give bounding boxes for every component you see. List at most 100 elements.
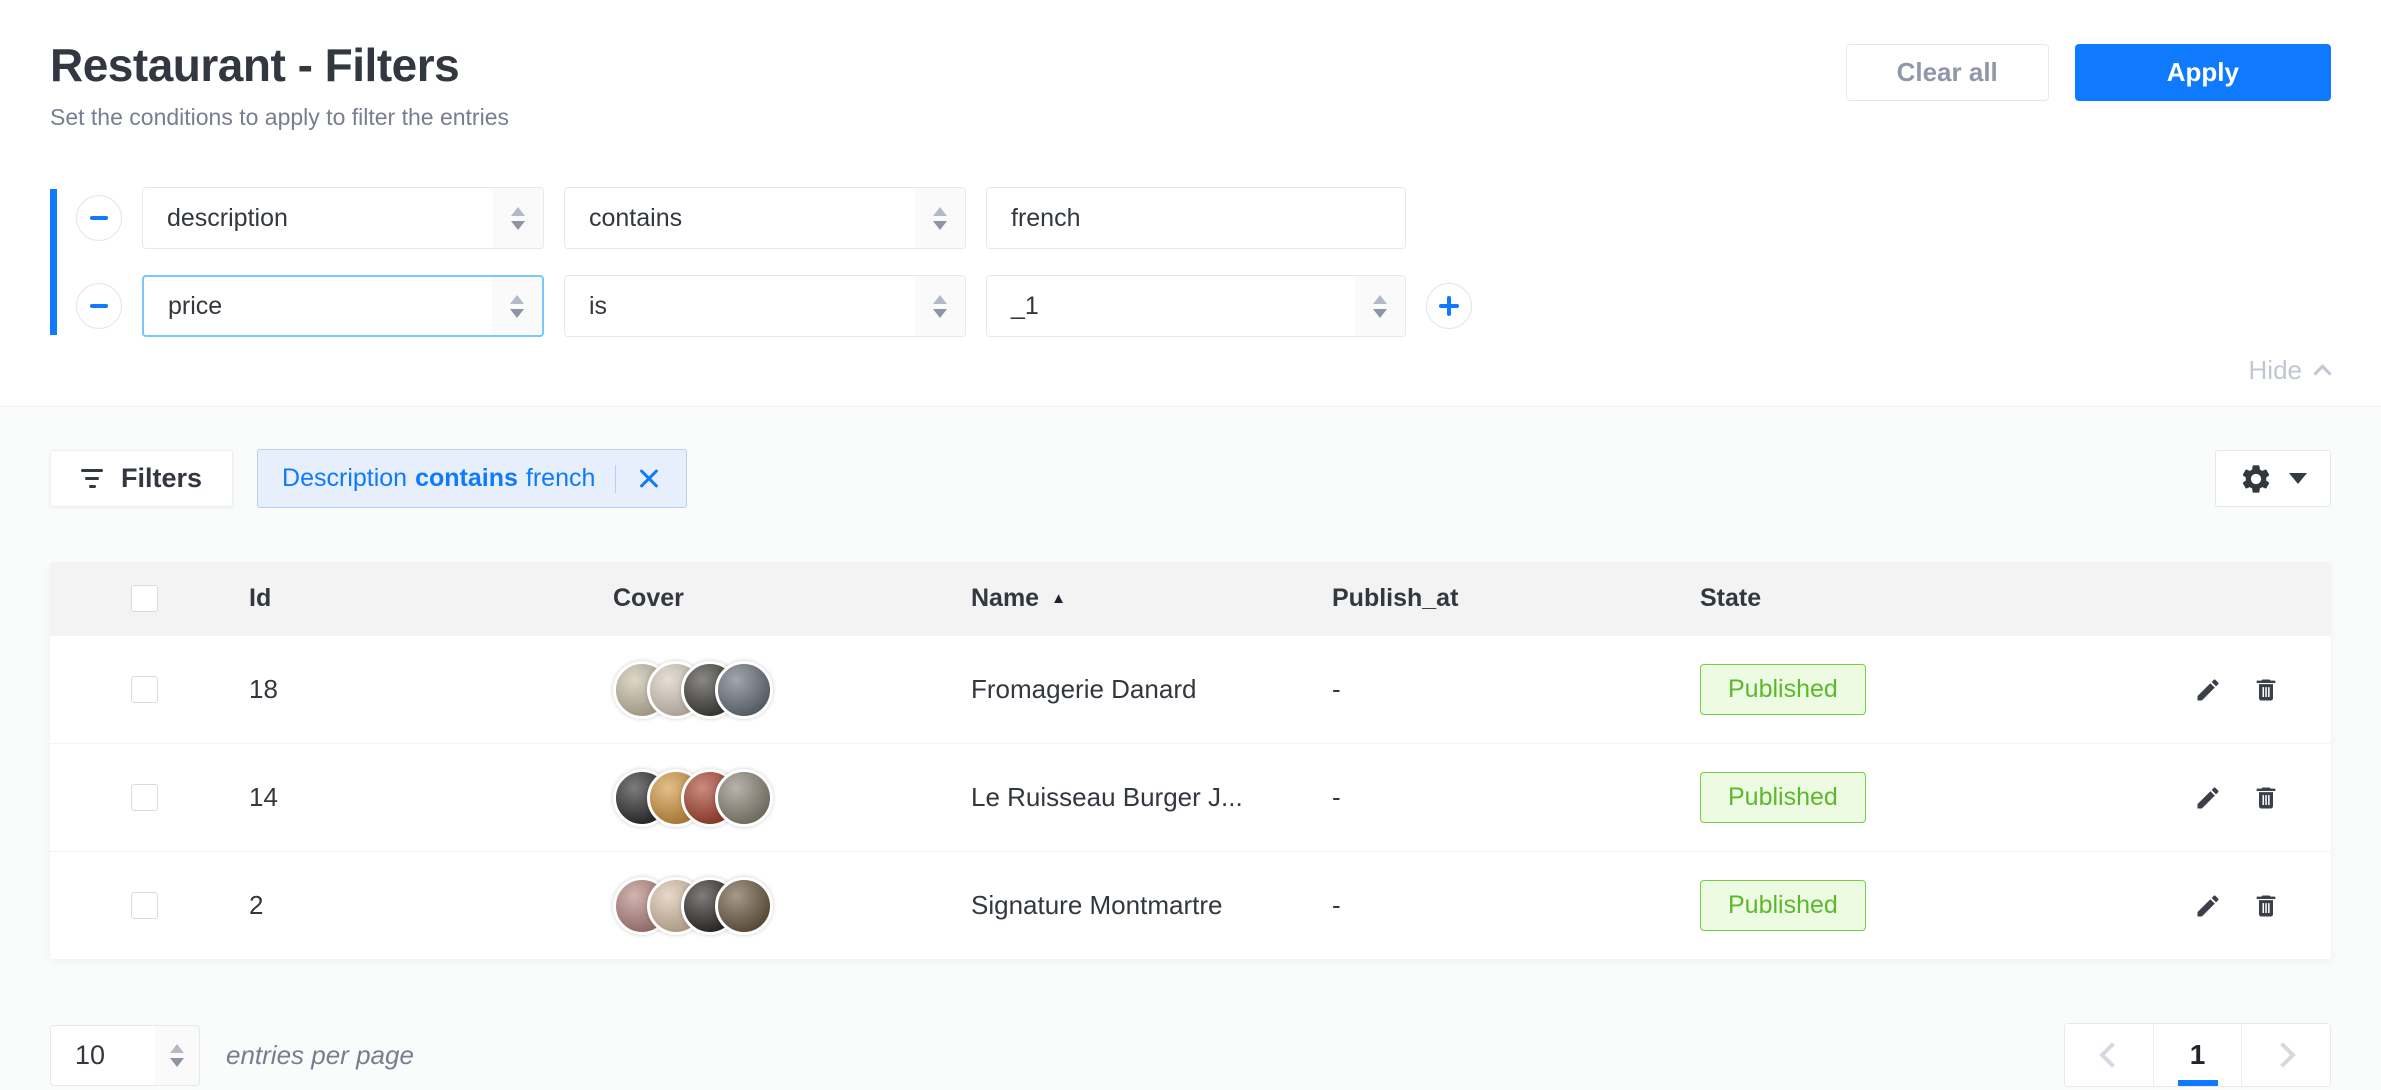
table-row[interactable]: 18 Fromagerie Danard - Published [50, 635, 2331, 743]
minus-icon [90, 304, 108, 308]
filter-operator-select[interactable]: contains [564, 187, 966, 249]
filters-editor: description contains french price [50, 187, 2331, 337]
entries-per-page-label: entries per page [226, 1040, 414, 1071]
filter-tag-field: Description [282, 464, 407, 493]
cell-id: 2 [200, 890, 564, 921]
table-settings-button[interactable] [2215, 450, 2331, 507]
row-checkbox[interactable] [131, 784, 158, 811]
chevron-up-icon [2313, 364, 2331, 382]
active-filter-tag[interactable]: Description contains french [257, 449, 687, 508]
select-arrows-icon [155, 1026, 199, 1085]
page-header: Restaurant - Filters Set the conditions … [50, 0, 2331, 131]
filter-icon [81, 469, 103, 488]
page: Restaurant - Filters Set the conditions … [0, 0, 2381, 1090]
cover-avatars [613, 661, 773, 719]
table-footer: 10 entries per page 1 [50, 1023, 2331, 1087]
input-value: _1 [987, 292, 1039, 321]
add-filter-button[interactable] [1426, 283, 1472, 329]
delete-button[interactable] [2251, 783, 2281, 813]
filter-row: description contains french [76, 187, 2331, 249]
column-header-state[interactable]: State [1651, 584, 2051, 613]
tag-divider [615, 465, 616, 493]
cell-cover [564, 877, 922, 935]
column-header-id[interactable]: Id [200, 584, 564, 613]
column-header-cover[interactable]: Cover [564, 584, 922, 613]
chevron-right-icon [2270, 1042, 2295, 1067]
checkbox-cell [50, 892, 200, 919]
row-checkbox[interactable] [131, 676, 158, 703]
cell-actions [2051, 783, 2331, 813]
filter-operator-select[interactable]: is [564, 275, 966, 337]
remove-filter-button[interactable] [76, 195, 122, 241]
content-section: Filters Description contains french [0, 406, 2381, 1090]
previous-page-button[interactable] [2065, 1024, 2153, 1086]
remove-filter-tag-button[interactable] [636, 466, 662, 492]
status-badge: Published [1700, 772, 1866, 823]
table-row[interactable]: 14 Le Ruisseau Burger J... - Published [50, 743, 2331, 851]
edit-button[interactable] [2193, 783, 2223, 813]
delete-button[interactable] [2251, 675, 2281, 705]
input-value: french [1011, 204, 1080, 233]
filter-tag-operator: contains [415, 464, 518, 493]
apply-button[interactable]: Apply [2075, 44, 2331, 101]
edit-button[interactable] [2193, 891, 2223, 921]
cell-state: Published [1651, 880, 2051, 931]
header-checkbox-cell [50, 585, 200, 612]
number-spinner-icon[interactable] [1355, 276, 1405, 336]
cell-id: 14 [200, 782, 564, 813]
clear-all-button[interactable]: Clear all [1846, 44, 2049, 101]
current-page-indicator [2178, 1080, 2218, 1086]
table-row[interactable]: 2 Signature Montmartre - Published [50, 851, 2331, 959]
column-header-publish-at[interactable]: Publish_at [1283, 584, 1651, 613]
filter-value-input[interactable]: french [986, 187, 1406, 249]
caret-down-icon [2289, 473, 2307, 484]
cell-id: 18 [200, 674, 564, 705]
page-subtitle: Set the conditions to apply to filter th… [50, 104, 509, 131]
current-page-button[interactable]: 1 [2153, 1024, 2242, 1086]
table-header-row: Id Cover Name ▲ Publish_at State [50, 562, 2331, 635]
cover-avatars [613, 877, 773, 935]
page-size-value: 10 [51, 1040, 105, 1071]
column-header-name[interactable]: Name ▲ [922, 584, 1283, 613]
cell-name: Fromagerie Danard [922, 674, 1283, 705]
filter-tag-text: Description contains french [282, 464, 595, 493]
filter-value-number-input[interactable]: _1 [986, 275, 1406, 337]
chevron-left-icon [2099, 1042, 2124, 1067]
edit-button[interactable] [2193, 675, 2223, 705]
hide-filters-link[interactable]: Hide [2249, 355, 2329, 386]
delete-button[interactable] [2251, 891, 2281, 921]
cell-name: Signature Montmartre [922, 890, 1283, 921]
select-arrows-icon [492, 277, 542, 335]
status-badge: Published [1700, 664, 1866, 715]
page-size-select[interactable]: 10 [50, 1025, 200, 1086]
trash-icon [2252, 676, 2280, 704]
restaurants-table: Id Cover Name ▲ Publish_at State 18 [50, 562, 2331, 959]
hide-row: Hide [50, 355, 2331, 386]
cell-state: Published [1651, 772, 2051, 823]
pencil-icon [2194, 892, 2222, 920]
filter-row: price is _1 [76, 275, 2331, 337]
footer-left: 10 entries per page [50, 1025, 414, 1086]
row-checkbox[interactable] [131, 892, 158, 919]
next-page-button[interactable] [2242, 1024, 2330, 1086]
current-page-number: 1 [2190, 1039, 2206, 1071]
select-value: price [144, 292, 222, 321]
select-all-checkbox[interactable] [131, 585, 158, 612]
hide-label: Hide [2249, 355, 2302, 386]
pencil-icon [2194, 676, 2222, 704]
cover-image [715, 661, 773, 719]
filter-field-select[interactable]: price [142, 275, 544, 337]
select-arrows-icon [915, 276, 965, 336]
filters-panel: Restaurant - Filters Set the conditions … [0, 0, 2381, 406]
remove-filter-button[interactable] [76, 283, 122, 329]
select-arrows-icon [493, 188, 543, 248]
cell-name: Le Ruisseau Burger J... [922, 782, 1283, 813]
filter-field-select[interactable]: description [142, 187, 544, 249]
select-value: description [143, 204, 288, 233]
cell-cover [564, 769, 922, 827]
toolbar-left: Filters Description contains french [50, 449, 687, 508]
cell-publish-at: - [1283, 674, 1651, 705]
filters-button[interactable]: Filters [50, 450, 233, 507]
cover-image [715, 769, 773, 827]
page-title: Restaurant - Filters [50, 38, 509, 92]
